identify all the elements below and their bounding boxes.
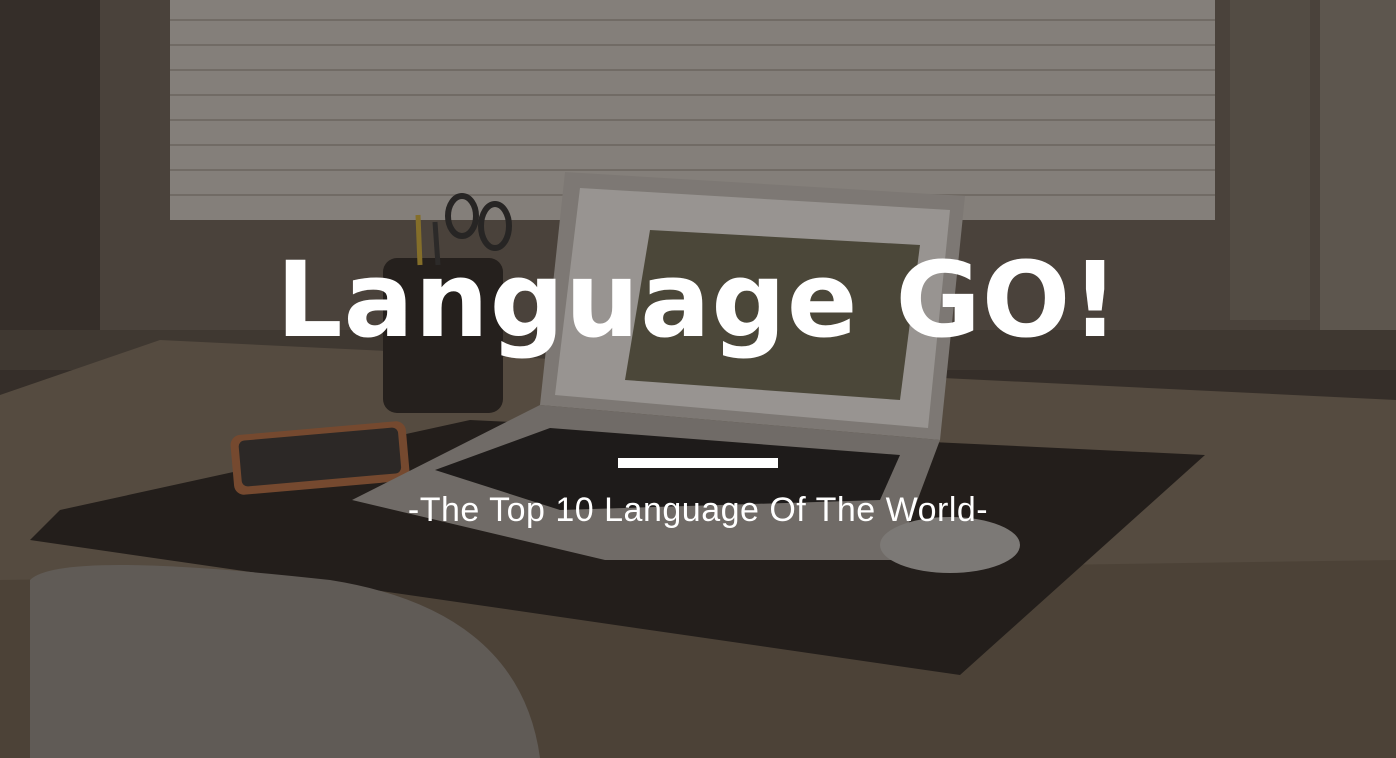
hero-content: Language GO! -The Top 10 Language Of The… (0, 238, 1396, 530)
hero-subtitle: -The Top 10 Language Of The World- (407, 491, 989, 529)
title-divider (618, 458, 778, 468)
hero-section: Language GO! -The Top 10 Language Of The… (0, 0, 1396, 758)
hero-title: Language GO! (276, 239, 1120, 361)
